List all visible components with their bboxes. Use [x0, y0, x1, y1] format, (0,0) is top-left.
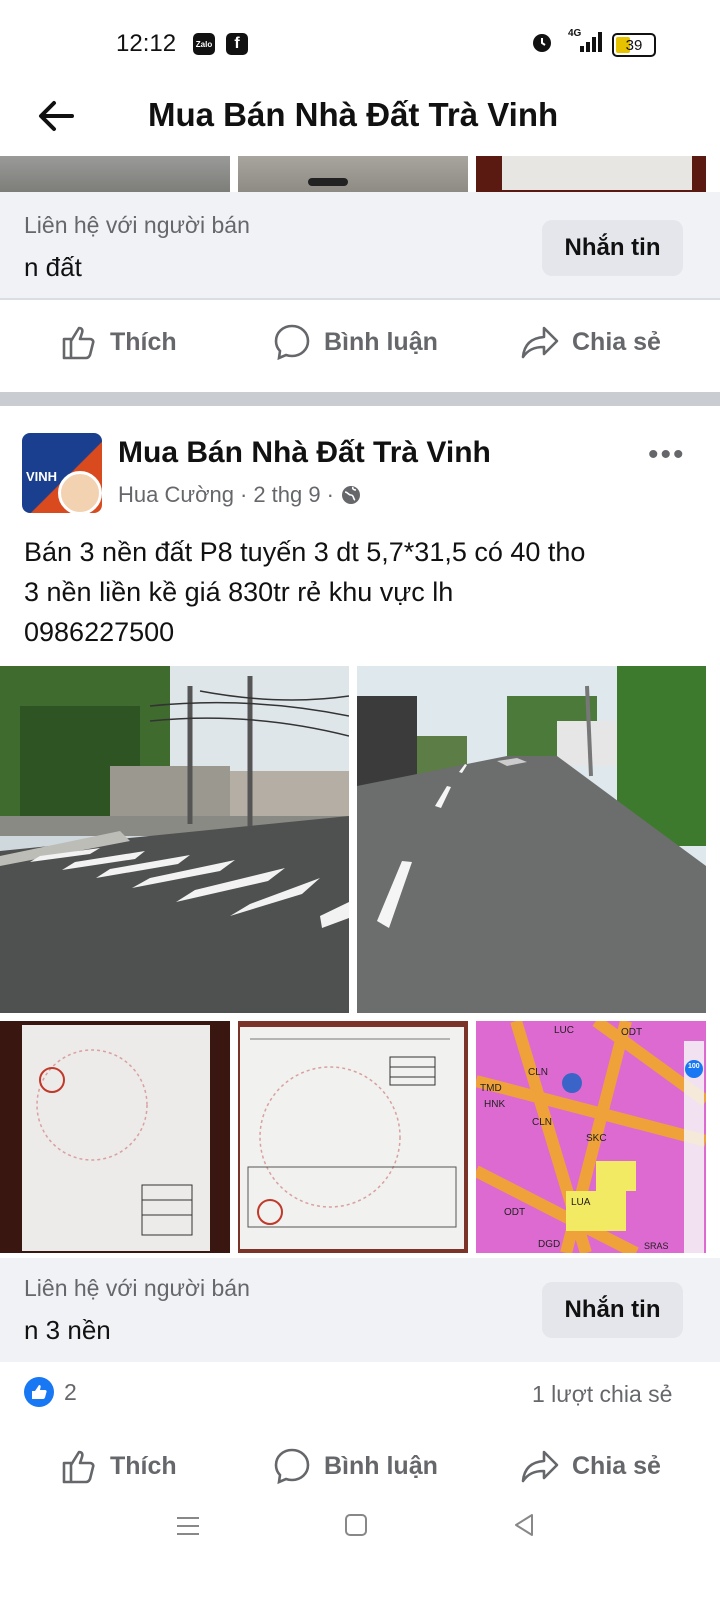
- zalo-icon: Zalo: [193, 33, 215, 55]
- like-label: Thích: [110, 1451, 177, 1480]
- post-separator: [0, 392, 720, 406]
- home-square-icon[interactable]: [342, 1511, 370, 1539]
- author-name[interactable]: Hua Cường: [118, 482, 234, 508]
- comment-button[interactable]: Bình luận: [272, 1446, 438, 1486]
- like-label: Thích: [110, 327, 177, 356]
- menu-icon[interactable]: [174, 1512, 202, 1540]
- thumbs-up-icon: [62, 1450, 95, 1484]
- facebook-icon: f: [226, 33, 248, 55]
- author-photo: [58, 471, 102, 513]
- like-button[interactable]: Thích: [58, 322, 177, 362]
- like-reaction-icon: [24, 1377, 54, 1407]
- send-message-button[interactable]: Nhắn tin: [542, 1282, 683, 1338]
- share-arrow-icon: [521, 1450, 559, 1483]
- signal-icon: [580, 32, 602, 52]
- comment-button[interactable]: Bình luận: [272, 322, 438, 362]
- group-avatar[interactable]: VINH: [22, 433, 102, 513]
- contact-message-preview: n 3 nền: [24, 1315, 111, 1345]
- post-date[interactable]: 2 thg 9: [253, 482, 320, 508]
- thumbs-up-icon: [62, 326, 95, 360]
- comment-label: Bình luận: [324, 327, 438, 356]
- back-triangle-icon[interactable]: [510, 1511, 538, 1539]
- share-button[interactable]: Chia sẻ: [520, 322, 661, 362]
- map-label: HNK: [484, 1099, 506, 1110]
- prev-post-image-2[interactable]: [238, 156, 468, 192]
- map-label: ODT: [504, 1207, 526, 1218]
- status-bar: 12:12 Zalo f 4G 39: [0, 0, 720, 90]
- contact-label: Liên hệ với người bán: [24, 212, 250, 238]
- post-photo-3[interactable]: [0, 1021, 230, 1253]
- map-label: CLN: [532, 1117, 553, 1128]
- share-label: Chia sẻ: [572, 1451, 661, 1480]
- system-nav-bar: [0, 1495, 720, 1599]
- map-label: LUC: [554, 1025, 575, 1036]
- post-text-line: 3 nền liền kề giá 830tr rẻ khu vực lh: [24, 577, 454, 607]
- map-label: ODT: [621, 1027, 643, 1038]
- map-zoom-badge: 100: [688, 1063, 700, 1070]
- reaction-summary[interactable]: 2: [24, 1377, 77, 1407]
- share-arrow-icon: [521, 326, 559, 359]
- comment-bubble-icon: [274, 324, 310, 361]
- share-count[interactable]: 1 lượt chia sẻ: [532, 1381, 672, 1408]
- post-photo-5-map[interactable]: 100 LUC ODT CLN TMD HNK SKC LUA DGD ODT …: [476, 1021, 706, 1253]
- avatar-text: VINH: [26, 469, 58, 484]
- battery-icon: 39: [612, 33, 656, 57]
- alarm-icon: [533, 34, 551, 52]
- more-options-icon[interactable]: •••: [648, 438, 686, 472]
- globe-icon: [341, 486, 360, 504]
- divider: [0, 298, 720, 300]
- clock: 12:12: [116, 30, 177, 57]
- post-text: Bán 3 nền đất P8 tuyến 3 dt 5,7*31,5 có …: [24, 532, 704, 652]
- prev-post-image-1[interactable]: [0, 156, 230, 192]
- map-label: CLN: [528, 1067, 549, 1078]
- map-label: SKC: [586, 1133, 607, 1144]
- post-text-line: Bán 3 nền đất P8 tuyến 3 dt 5,7*31,5 có …: [24, 537, 586, 567]
- post-photo-2[interactable]: [357, 666, 706, 1013]
- group-name[interactable]: Mua Bán Nhà Đất Trà Vinh: [118, 436, 491, 470]
- prev-contact-seller-bar: Liên hệ với người bán n đất Nhắn tin: [0, 192, 720, 298]
- comment-label: Bình luận: [324, 1451, 438, 1480]
- post-photo-1[interactable]: [0, 666, 349, 1013]
- battery-level: 39: [625, 36, 643, 54]
- contact-message-preview: n đất: [24, 252, 82, 282]
- like-button[interactable]: Thích: [58, 1446, 177, 1486]
- contact-label: Liên hệ với người bán: [24, 1275, 250, 1301]
- map-label: SRAS: [644, 1241, 669, 1251]
- share-button[interactable]: Chia sẻ: [520, 1446, 661, 1486]
- map-label: LUA: [571, 1197, 591, 1208]
- page-title: Mua Bán Nhà Đất Trà Vinh: [148, 96, 559, 133]
- send-message-button[interactable]: Nhắn tin: [542, 220, 683, 276]
- post-phone-number[interactable]: 0986227500: [24, 612, 704, 652]
- contact-seller-bar: Liên hệ với người bán n 3 nền Nhắn tin: [0, 1258, 720, 1362]
- prev-post-image-3[interactable]: [476, 156, 706, 192]
- post-meta: Hua Cường · 2 thg 9 ·: [118, 482, 362, 508]
- map-label: DGD: [538, 1239, 561, 1250]
- back-arrow-icon[interactable]: [32, 92, 80, 140]
- map-label: TMD: [480, 1083, 502, 1094]
- reaction-count: 2: [64, 1378, 77, 1405]
- comment-bubble-icon: [274, 1448, 310, 1485]
- share-label: Chia sẻ: [572, 327, 661, 356]
- post-photo-4[interactable]: [238, 1021, 468, 1253]
